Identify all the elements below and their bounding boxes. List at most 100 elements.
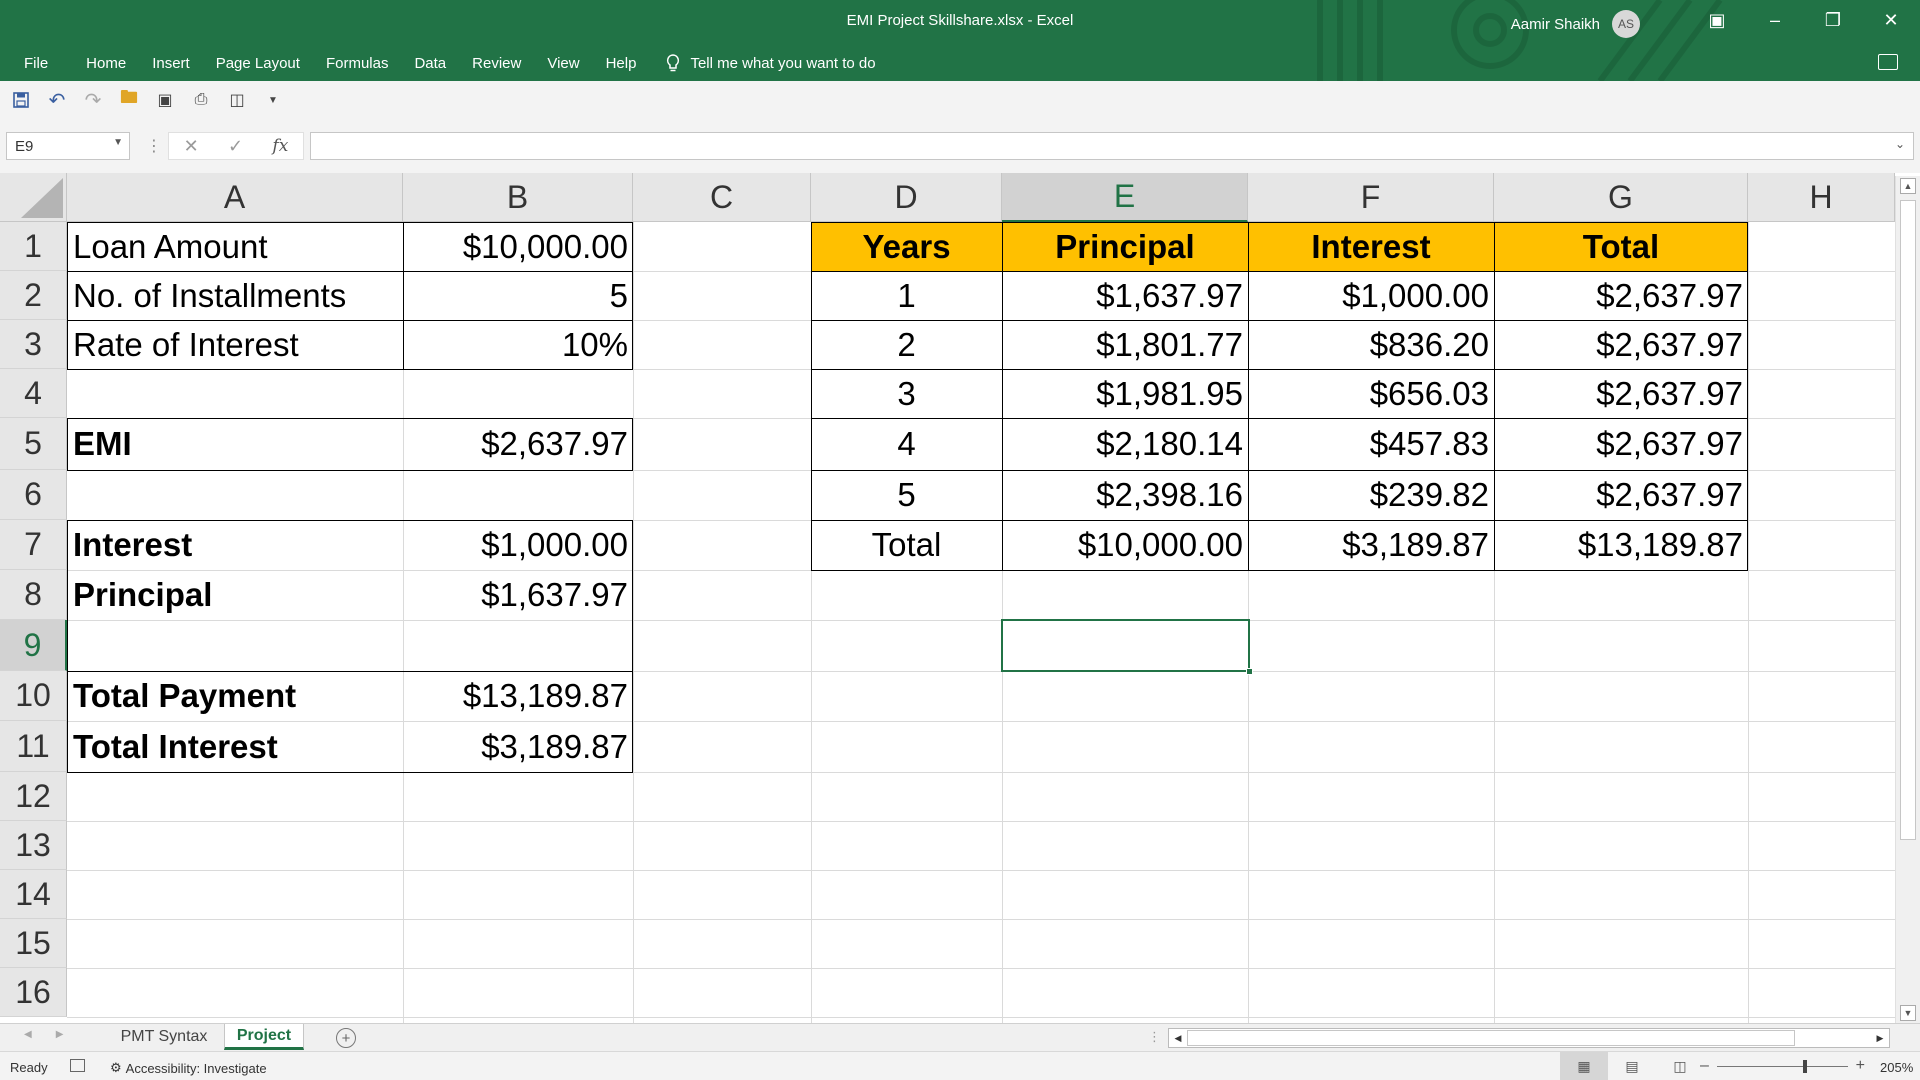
row-header-8[interactable]: 8 <box>0 570 67 620</box>
cell-a2[interactable]: No. of Installments <box>68 271 403 320</box>
tab-formulas[interactable]: Formulas <box>326 55 389 72</box>
cell-d2[interactable]: 1 <box>811 271 1002 320</box>
insert-function-icon[interactable]: fx <box>272 136 288 156</box>
cell-b11[interactable]: $3,189.87 <box>404 721 633 772</box>
open-folder-icon[interactable]: 🖿 <box>118 87 140 111</box>
minimize-icon[interactable]: – <box>1746 0 1804 40</box>
close-icon[interactable]: ✕ <box>1862 0 1920 40</box>
horizontal-scrollbar[interactable]: ◀ ▶ <box>1168 1028 1890 1048</box>
cell-f5[interactable]: $457.83 <box>1248 418 1494 470</box>
restore-icon[interactable]: ❐ <box>1804 0 1862 40</box>
customize-toolbar-icon[interactable]: ▼ <box>262 89 284 111</box>
tell-me-box[interactable]: Tell me what you want to do <box>666 54 901 72</box>
page-layout-view-icon[interactable]: ▤ <box>1608 1052 1656 1080</box>
cell-e1[interactable]: Principal <box>1002 222 1248 271</box>
tab-view[interactable]: View <box>547 55 579 72</box>
cell-f2[interactable]: $1,000.00 <box>1248 271 1494 320</box>
vertical-scroll-thumb[interactable] <box>1900 200 1916 840</box>
undo-icon[interactable]: ↶ <box>46 89 68 112</box>
avatar[interactable]: AS <box>1612 10 1640 38</box>
sheet-tab-pmt-syntax[interactable]: PMT Syntax <box>104 1024 224 1050</box>
tab-review[interactable]: Review <box>472 55 521 72</box>
zoom-slider[interactable]: – + <box>1700 1057 1865 1075</box>
tab-page-layout[interactable]: Page Layout <box>216 55 300 72</box>
zoom-knob[interactable] <box>1803 1059 1808 1073</box>
cell-d3[interactable]: 2 <box>811 320 1002 369</box>
print-preview-icon[interactable]: ⎙ <box>190 89 212 111</box>
row-header-3[interactable]: 3 <box>0 320 67 369</box>
comments-icon[interactable] <box>1878 54 1898 70</box>
active-cell-e9[interactable] <box>1001 619 1253 675</box>
scroll-down-icon[interactable]: ▼ <box>1900 1005 1916 1021</box>
cell-f7[interactable]: $3,189.87 <box>1248 520 1494 570</box>
cell-b1[interactable]: $10,000.00 <box>404 222 633 271</box>
cell-a5[interactable]: EMI <box>68 418 403 470</box>
column-header-d[interactable]: D <box>811 173 1002 222</box>
scroll-up-icon[interactable]: ▲ <box>1900 178 1916 194</box>
cell-e3[interactable]: $1,801.77 <box>1002 320 1248 369</box>
row-header-4[interactable]: 4 <box>0 369 67 418</box>
cell-e6[interactable]: $2,398.16 <box>1002 470 1248 520</box>
cell-g1[interactable]: Total <box>1494 222 1748 271</box>
row-header-13[interactable]: 13 <box>0 821 67 870</box>
camera-icon[interactable]: ▣ <box>154 89 176 111</box>
zoom-track[interactable] <box>1716 1059 1848 1073</box>
tab-insert[interactable]: Insert <box>152 55 190 72</box>
tab-home[interactable]: Home <box>86 55 126 72</box>
cell-g2[interactable]: $2,637.97 <box>1494 271 1748 320</box>
row-header-10[interactable]: 10 <box>0 671 67 721</box>
zoom-percent[interactable]: 205% <box>1880 1060 1913 1075</box>
cell-f3[interactable]: $836.20 <box>1248 320 1494 369</box>
new-sheet-icon[interactable]: + <box>336 1028 356 1048</box>
cell-d7[interactable]: Total <box>811 520 1002 570</box>
cell-e4[interactable]: $1,981.95 <box>1002 369 1248 418</box>
more-options-icon[interactable]: ⋮ <box>146 136 162 156</box>
row-header-15[interactable]: 15 <box>0 919 67 968</box>
scroll-left-icon[interactable]: ◀ <box>1171 1031 1185 1045</box>
cell-b3[interactable]: 10% <box>404 320 633 369</box>
ribbon-display-options-icon[interactable]: ▣ <box>1688 0 1746 40</box>
enter-icon[interactable]: ✓ <box>228 136 243 157</box>
cell-b5[interactable]: $2,637.97 <box>404 418 633 470</box>
select-all-corner[interactable] <box>0 173 67 222</box>
spreadsheet-grid[interactable]: A B C D E F G H 1 2 3 4 5 6 7 8 9 10 11 … <box>0 173 1920 1023</box>
sheet-tab-project[interactable]: Project <box>224 1024 304 1050</box>
tab-split-handle-icon[interactable]: ⋮ <box>1148 1029 1161 1045</box>
cell-a8[interactable]: Principal <box>68 570 403 620</box>
cell-a3[interactable]: Rate of Interest <box>68 320 403 369</box>
column-header-a[interactable]: A <box>67 173 403 222</box>
row-header-11[interactable]: 11 <box>0 721 67 772</box>
tab-data[interactable]: Data <box>414 55 446 72</box>
expand-formula-icon[interactable]: ⌄ <box>1895 137 1905 151</box>
vertical-scrollbar[interactable]: ▲ ▼ <box>1895 176 1920 1023</box>
cell-b10[interactable]: $13,189.87 <box>404 671 633 721</box>
tab-file[interactable]: File <box>24 55 48 72</box>
column-header-g[interactable]: G <box>1494 173 1748 222</box>
normal-view-icon[interactable]: ▦ <box>1560 1052 1608 1080</box>
cell-f6[interactable]: $239.82 <box>1248 470 1494 520</box>
cell-f4[interactable]: $656.03 <box>1248 369 1494 418</box>
cell-e2[interactable]: $1,637.97 <box>1002 271 1248 320</box>
column-header-e[interactable]: E <box>1002 173 1248 222</box>
cell-f1[interactable]: Interest <box>1248 222 1494 271</box>
cell-d4[interactable]: 3 <box>811 369 1002 418</box>
row-header-12[interactable]: 12 <box>0 772 67 821</box>
zoom-in-icon[interactable]: + <box>1856 1057 1865 1075</box>
cell-b7[interactable]: $1,000.00 <box>404 520 633 570</box>
fill-handle[interactable] <box>1246 668 1253 675</box>
chevron-down-icon[interactable]: ▼ <box>113 137 123 148</box>
cancel-icon[interactable]: ✕ <box>184 136 199 157</box>
cell-d6[interactable]: 5 <box>811 470 1002 520</box>
cell-g5[interactable]: $2,637.97 <box>1494 418 1748 470</box>
cell-d5[interactable]: 4 <box>811 418 1002 470</box>
row-header-7[interactable]: 7 <box>0 520 67 570</box>
row-header-9[interactable]: 9 <box>0 620 67 671</box>
cell-g4[interactable]: $2,637.97 <box>1494 369 1748 418</box>
column-header-b[interactable]: B <box>403 173 633 222</box>
horizontal-scroll-thumb[interactable] <box>1187 1030 1795 1046</box>
cell-a10[interactable]: Total Payment <box>68 671 403 721</box>
cell-g6[interactable]: $2,637.97 <box>1494 470 1748 520</box>
cell-b8[interactable]: $1,637.97 <box>404 570 633 620</box>
row-header-2[interactable]: 2 <box>0 271 67 320</box>
cell-a1[interactable]: Loan Amount <box>68 222 403 271</box>
